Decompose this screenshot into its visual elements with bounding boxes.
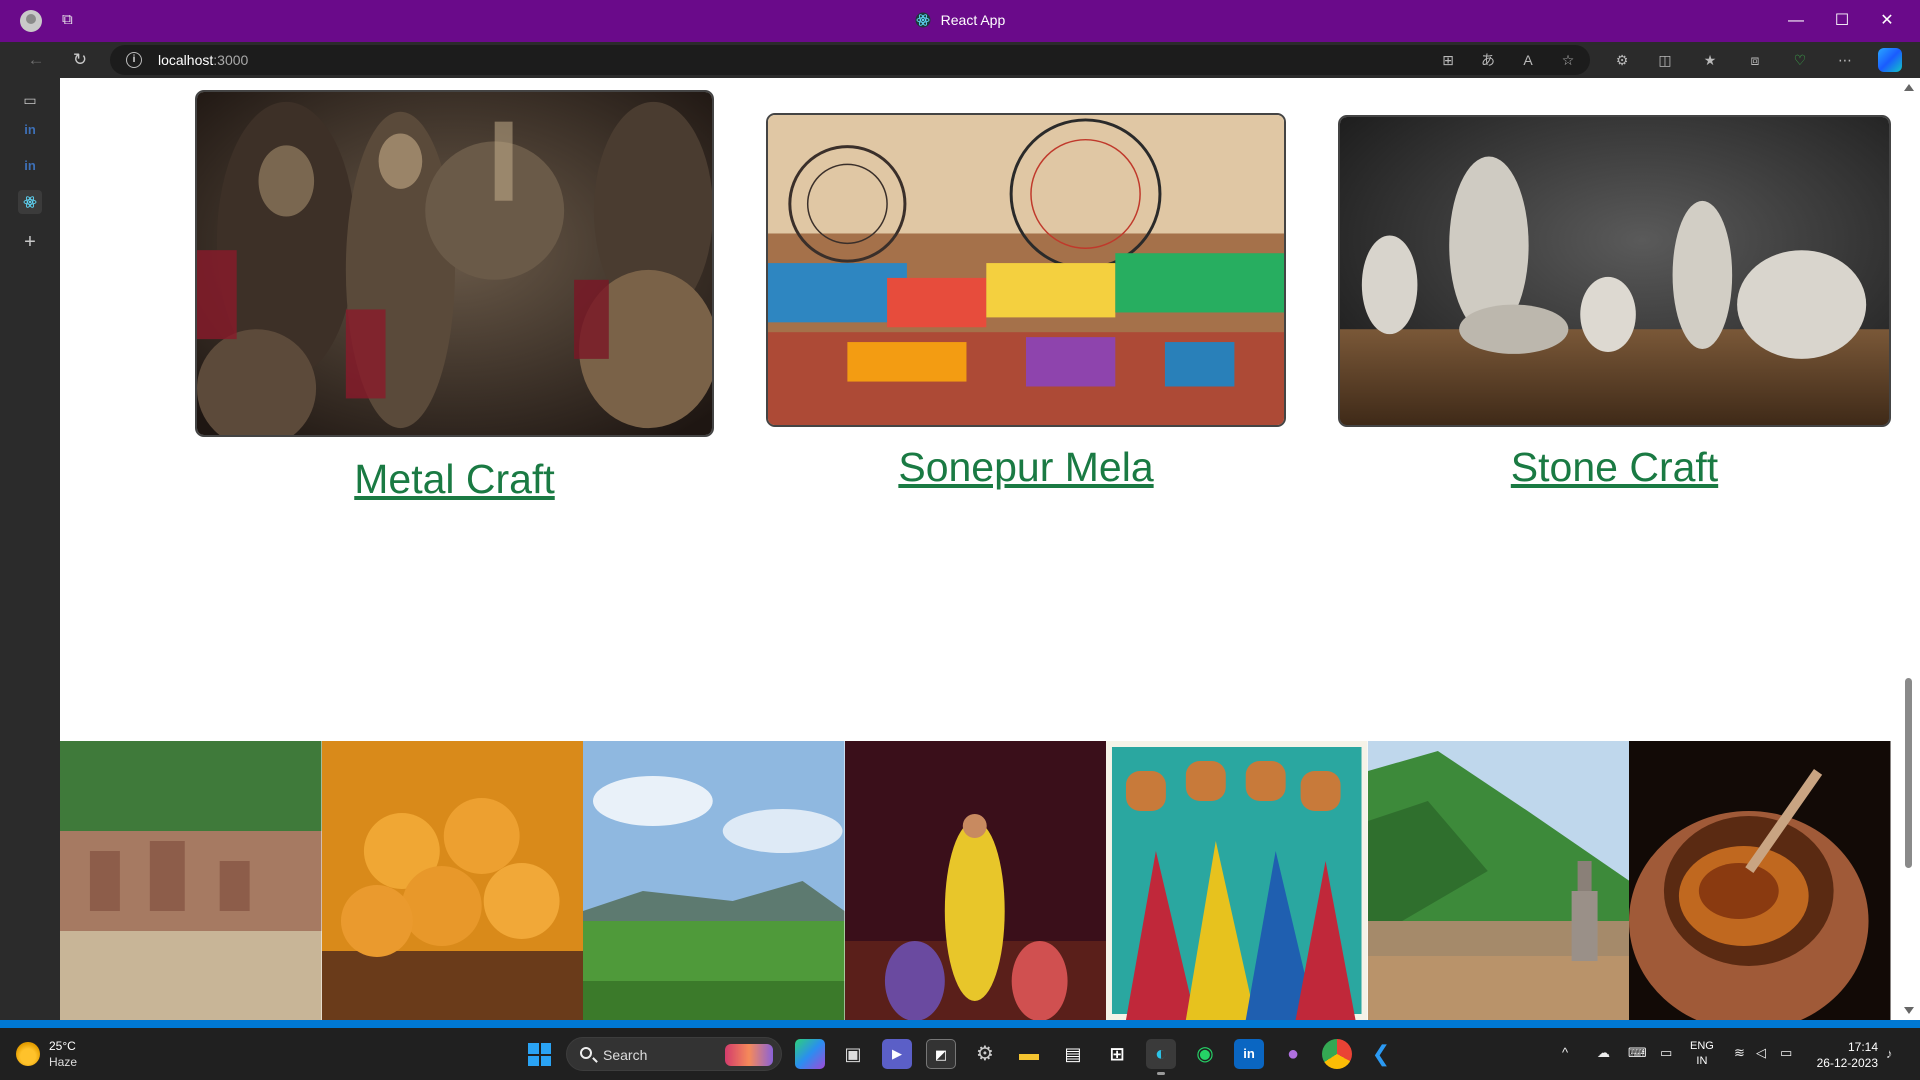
taskbar-search-label: Search bbox=[603, 1047, 648, 1063]
file-explorer-icon[interactable]: ▬ bbox=[1014, 1039, 1044, 1069]
page-scrollbar[interactable] bbox=[1898, 78, 1920, 1020]
maximize-icon[interactable]: ☐ bbox=[1829, 8, 1855, 34]
show-hidden-icons-chevron-icon[interactable]: ^ bbox=[1562, 1045, 1568, 1060]
search-highlight-icon bbox=[725, 1044, 773, 1066]
title-bar: ⧉ React App — ☐ ✕ bbox=[0, 0, 1920, 42]
tab-list-icon[interactable]: ▭ bbox=[18, 88, 42, 112]
strip-image-valley[interactable] bbox=[583, 741, 845, 1020]
whatsapp-icon[interactable]: ◉ bbox=[1190, 1039, 1220, 1069]
pickle-illustration bbox=[1629, 741, 1891, 1020]
linkedin-app-icon[interactable]: in bbox=[1234, 1039, 1264, 1069]
start-windows-icon[interactable] bbox=[528, 1043, 551, 1066]
chrome-icon[interactable] bbox=[1322, 1039, 1352, 1069]
terminal-app-icon[interactable]: ◩ bbox=[926, 1039, 956, 1069]
wifi-icon[interactable]: ≋ bbox=[1734, 1045, 1745, 1061]
microsoft-store-icon[interactable]: ⊞ bbox=[1102, 1039, 1132, 1069]
refresh-icon[interactable]: ↻ bbox=[66, 48, 94, 72]
strip-image-dancers[interactable] bbox=[844, 741, 1106, 1020]
scrollbar-thumb[interactable] bbox=[1905, 678, 1912, 868]
taskbar-search[interactable]: Search bbox=[566, 1037, 782, 1071]
onedrive-icon[interactable]: ☁ bbox=[1597, 1045, 1610, 1061]
read-aloud-icon[interactable]: A bbox=[1518, 51, 1538, 69]
linkedin-tab-icon[interactable]: in bbox=[18, 118, 42, 142]
clock[interactable]: 17:14 26-12-2023 bbox=[1808, 1039, 1878, 1071]
strip-image-ladoo[interactable] bbox=[321, 741, 583, 1020]
github-icon[interactable]: ● bbox=[1278, 1039, 1308, 1069]
search-icon bbox=[580, 1047, 592, 1059]
card-stone-craft[interactable]: Stone Craft bbox=[60, 78, 1898, 518]
address-url[interactable]: localhost:3000 bbox=[158, 52, 248, 68]
browser-toolbar: ← ↻ i localhost:3000 ⊞ あ A ☆ ⚙ ◫ ★ ⧈ ♡ ⋯ bbox=[0, 42, 1920, 78]
clock-date: 26-12-2023 bbox=[1816, 1056, 1878, 1070]
weather-sun-icon bbox=[16, 1042, 40, 1066]
copilot-icon[interactable] bbox=[1878, 48, 1902, 72]
task-view-icon[interactable]: ▣ bbox=[838, 1039, 868, 1069]
teams-meet-icon[interactable]: ▶ bbox=[882, 1039, 912, 1069]
split-screen-icon[interactable]: ◫ bbox=[1655, 51, 1675, 69]
favorite-star-icon[interactable]: ☆ bbox=[1558, 51, 1578, 69]
close-icon[interactable]: ✕ bbox=[1874, 8, 1900, 34]
notification-bell-icon[interactable]: ♪ bbox=[1886, 1046, 1900, 1061]
minimize-icon[interactable]: — bbox=[1783, 8, 1809, 34]
scroll-down-arrow-icon[interactable] bbox=[1904, 1007, 1914, 1014]
browser-essentials-icon[interactable]: ♡ bbox=[1790, 51, 1810, 69]
more-menu-icon[interactable]: ⋯ bbox=[1835, 51, 1855, 69]
display-icon[interactable]: ▭ bbox=[1660, 1045, 1672, 1061]
card-label-stone-craft[interactable]: Stone Craft bbox=[1338, 444, 1891, 491]
new-tab-plus-icon[interactable]: + bbox=[18, 230, 42, 254]
volume-icon[interactable]: ◁ bbox=[1756, 1045, 1766, 1061]
strip-image-hills-lake[interactable] bbox=[1367, 741, 1629, 1020]
region-code: IN bbox=[1696, 1055, 1708, 1067]
url-host: localhost bbox=[158, 52, 214, 68]
folk-painting-illustration bbox=[1106, 741, 1368, 1020]
extensions-icon[interactable]: ⚙ bbox=[1612, 51, 1632, 69]
page-content: Metal Craft Sonepur Mela Stone Craft bbox=[60, 78, 1898, 1020]
language-code: ENG bbox=[1690, 1040, 1714, 1052]
taskbar: 25°C Haze Search ▣ ▶ ◩ ⚙ ▬ ▤ ⊞ ◐ ◉ in ● … bbox=[0, 1028, 1920, 1080]
notepad-icon[interactable]: ▤ bbox=[1058, 1039, 1088, 1069]
settings-gear-icon[interactable]: ⚙ bbox=[970, 1039, 1000, 1069]
linkedin-tab-icon-2[interactable]: in bbox=[18, 154, 42, 178]
vertical-sidebar: ▭ in in + bbox=[0, 78, 60, 1020]
battery-icon[interactable]: ▭ bbox=[1780, 1045, 1792, 1061]
app-available-icon[interactable]: ⊞ bbox=[1438, 51, 1458, 69]
favorites-icon[interactable]: ★ bbox=[1700, 51, 1720, 69]
stone-craft-image[interactable] bbox=[1338, 115, 1891, 427]
clock-time: 17:14 bbox=[1847, 1040, 1878, 1054]
url-port: :3000 bbox=[213, 52, 249, 68]
translate-icon[interactable]: あ bbox=[1478, 51, 1498, 69]
hills-lake-illustration bbox=[1367, 741, 1629, 1020]
window-title-group: React App bbox=[0, 12, 1920, 28]
window-title: React App bbox=[940, 12, 1006, 28]
weather-temperature: 25°C bbox=[49, 1039, 76, 1053]
edge-browser-icon[interactable]: ◐ bbox=[1146, 1039, 1176, 1075]
address-bar[interactable]: i localhost:3000 bbox=[110, 45, 1590, 75]
collections-icon[interactable]: ⧈ bbox=[1745, 51, 1765, 69]
river-ghats-illustration bbox=[60, 741, 322, 1020]
valley-illustration bbox=[583, 741, 845, 1020]
weather-condition: Haze bbox=[49, 1055, 78, 1069]
scroll-up-arrow-icon[interactable] bbox=[1904, 84, 1914, 91]
ladoo-illustration bbox=[321, 741, 583, 1020]
language-indicator[interactable]: ENG IN bbox=[1690, 1039, 1714, 1069]
react-tab-logo-icon bbox=[23, 196, 37, 208]
react-logo-icon bbox=[915, 12, 931, 28]
editor-status-strip bbox=[0, 1020, 1920, 1028]
image-strip bbox=[60, 741, 1898, 1020]
strip-image-river-ghats[interactable] bbox=[60, 741, 322, 1020]
back-icon[interactable]: ← bbox=[22, 48, 50, 72]
copilot-app-icon[interactable] bbox=[795, 1039, 825, 1069]
stone-craft-illustration bbox=[1340, 117, 1889, 425]
site-info-icon[interactable]: i bbox=[126, 52, 142, 68]
strip-image-folk-painting[interactable] bbox=[1106, 741, 1368, 1020]
keyboard-icon[interactable]: ⌨ bbox=[1628, 1045, 1647, 1061]
strip-image-pickle[interactable] bbox=[1629, 741, 1891, 1020]
react-app-tab-icon[interactable] bbox=[18, 190, 42, 214]
vscode-icon[interactable]: ❮ bbox=[1366, 1039, 1396, 1069]
dancers-illustration bbox=[844, 741, 1106, 1020]
